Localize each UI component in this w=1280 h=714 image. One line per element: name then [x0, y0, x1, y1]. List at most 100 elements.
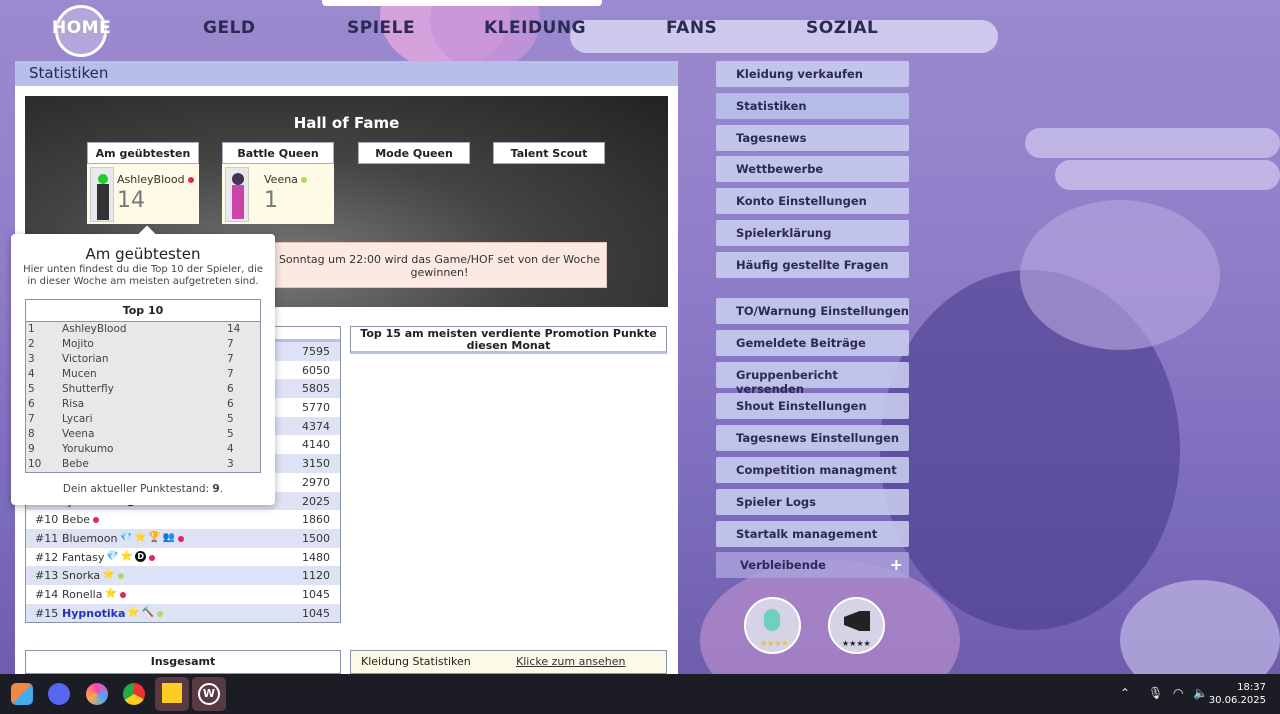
background-cloud	[1020, 200, 1220, 350]
top10-rank: 1	[28, 323, 35, 335]
top10-name[interactable]: AshleyBlood	[62, 323, 127, 335]
leaderboard-points: 6050	[302, 363, 330, 377]
chrome-icon[interactable]	[123, 683, 145, 705]
sidebar-item-6[interactable]: Häufig gestellte Fragen	[716, 251, 909, 278]
top10-value: 5	[227, 428, 234, 440]
microphone-icon[interactable]: 🎙	[1148, 686, 1163, 700]
leaderboard-rank: #14	[35, 587, 59, 601]
sidebar-admin-item-4[interactable]: Tagesnews Einstellungen	[716, 425, 909, 452]
nav-spiele[interactable]: SPIELE	[347, 18, 415, 38]
leaderboard-player[interactable]: Ronella ⭐	[62, 588, 126, 601]
chevron-up-icon[interactable]: ⌃	[1120, 686, 1130, 700]
hof-card-talent-scout[interactable]: Talent Scout	[493, 142, 605, 164]
sidebar-admin-item-5[interactable]: Competition managment	[716, 457, 909, 483]
app-w-icon[interactable]: W	[192, 677, 226, 711]
sidebar-item-3[interactable]: Wettbewerbe	[716, 156, 909, 183]
group-icon: 👥	[162, 531, 176, 543]
sidebar-item-2[interactable]: Tagesnews	[716, 124, 909, 151]
leaderboard-player[interactable]: Bebe	[62, 513, 100, 526]
megaphone-badge-icon[interactable]: ★★★★	[828, 597, 885, 654]
popup-description: Hier unten findest du die Top 10 der Spi…	[23, 264, 263, 287]
leaderboard-points: 1045	[302, 587, 330, 601]
leaderboard-player[interactable]: Snorka ⭐	[62, 569, 124, 582]
top10-name[interactable]: Risa	[62, 398, 84, 410]
top10-value: 7	[227, 353, 234, 365]
sidebar-admin-item-1[interactable]: Gemeldete Beiträge	[716, 329, 909, 356]
top10-value: 4	[227, 443, 234, 455]
top10-value: 3	[227, 458, 234, 470]
avatar[interactable]	[225, 167, 249, 222]
hof-player-name[interactable]: Veena	[264, 173, 307, 186]
hof-card-battle-queen[interactable]: Battle Queen Veena 1	[222, 142, 334, 224]
top10-name[interactable]: Mucen	[62, 368, 97, 380]
volume-icon[interactable]: 🔈	[1193, 686, 1208, 700]
nav-geld[interactable]: GELD	[203, 18, 256, 38]
top10-rank: 4	[28, 368, 35, 380]
avatar[interactable]	[90, 167, 114, 222]
sidebar-admin-item-3[interactable]: Shout Einstellungen	[716, 393, 909, 420]
top10-name[interactable]: Shutterfly	[62, 383, 114, 395]
star-icon: ⭐	[120, 550, 134, 562]
sidebar-admin-item-7[interactable]: Startalk management	[716, 520, 909, 547]
top10-row: 8 Veena 5	[26, 427, 260, 442]
online-status-icon	[300, 177, 307, 183]
top10-title: Top 10	[26, 300, 260, 322]
nav-home[interactable]: HOME	[52, 18, 111, 38]
leaderboard-player[interactable]: Hypnotika ⭐ 🔨	[62, 607, 164, 620]
top10-name[interactable]: Bebe	[62, 458, 89, 470]
top10-rank: 9	[28, 443, 35, 455]
leaderboard-rank: #13	[35, 569, 59, 583]
sidebar-item-1[interactable]: Statistiken	[716, 92, 909, 119]
discord-icon[interactable]	[48, 683, 70, 705]
leaderboard-points: 1860	[302, 513, 330, 527]
clothing-stats: Kleidung Statistiken Klicke zum ansehen	[350, 650, 667, 674]
hof-value: 1	[264, 188, 278, 213]
sidebar-item-4[interactable]: Konto Einstellungen	[716, 188, 909, 215]
total-stats-title: Insgesamt	[25, 650, 341, 674]
nav-fans[interactable]: FANS	[666, 18, 717, 38]
sidebar-admin-item-6[interactable]: Spieler Logs	[716, 488, 909, 515]
sidebar-admin-item-8[interactable]: Verbleibende +	[716, 552, 909, 579]
top10-name[interactable]: Victorian	[62, 353, 109, 365]
top10-value: 6	[227, 398, 234, 410]
top10-name[interactable]: Veena	[62, 428, 94, 440]
leaderboard-points: 1120	[302, 569, 330, 583]
top10-table: Top 10 1 AshleyBlood 14 2 Mojito 7 3 Victorian 7…	[25, 299, 261, 473]
online-status-icon	[93, 517, 100, 524]
sticky-notes-icon[interactable]	[155, 677, 189, 711]
current-score-value: 9	[212, 483, 220, 495]
sidebar-admin-item-2[interactable]: Gruppenbericht versenden	[716, 361, 909, 396]
nav-decoration	[570, 20, 998, 53]
leaderboard-player[interactable]: Bluemoon 💎 ⭐ 🏆 👥	[62, 531, 185, 545]
top10-rank: 3	[28, 353, 35, 365]
clothing-stats-label: Kleidung Statistiken	[361, 655, 471, 668]
sidebar-item-0[interactable]: Kleidung verkaufen	[716, 61, 909, 87]
taskbar: W ⌃ 🎙 ◠ 🔈 18:37 30.06.2025	[0, 674, 1280, 714]
leaderboard-points: 3150	[302, 457, 330, 471]
hof-card-mode-queen[interactable]: Mode Queen	[358, 142, 470, 164]
top10-name[interactable]: Yorukumo	[62, 443, 113, 455]
top10-rank: 2	[28, 338, 35, 350]
sidebar-item-5[interactable]: Spielerklärung	[716, 220, 909, 246]
top10-row: 5 Shutterfly 6	[26, 382, 260, 397]
hof-player-name[interactable]: AshleyBlood	[117, 173, 194, 186]
microphone-badge-icon[interactable]: ★★★★	[744, 597, 801, 654]
sidebar-admin-item-0[interactable]: TO/Warnung Einstellungen	[716, 298, 909, 324]
top10-name[interactable]: Lycari	[62, 413, 93, 425]
expand-plus-icon[interactable]: +	[890, 555, 903, 574]
wifi-icon[interactable]: ◠	[1173, 686, 1183, 700]
clothing-stats-link[interactable]: Klicke zum ansehen	[516, 655, 626, 668]
top10-rank: 5	[28, 383, 35, 395]
leaderboard-player[interactable]: Fantasy 💎 ⭐ D	[62, 550, 156, 564]
snipping-tool-icon[interactable]	[11, 683, 33, 705]
nav-kleidung[interactable]: KLEIDUNG	[484, 18, 586, 38]
nav-sozial[interactable]: SOZIAL	[806, 18, 878, 38]
leaderboard-points: 4140	[302, 438, 330, 452]
leaderboard-row: #10 Bebe 1860	[26, 510, 340, 529]
leaderboard-row: #15 Hypnotika ⭐ 🔨 1045	[26, 603, 340, 623]
paint-icon[interactable]	[86, 683, 108, 705]
top10-name[interactable]: Mojito	[62, 338, 94, 350]
clock[interactable]: 18:37 30.06.2025	[1209, 681, 1266, 707]
hof-card-most-practiced[interactable]: Am geübtesten AshleyBlood 14	[87, 142, 199, 224]
page-title: Statistiken	[15, 61, 678, 86]
